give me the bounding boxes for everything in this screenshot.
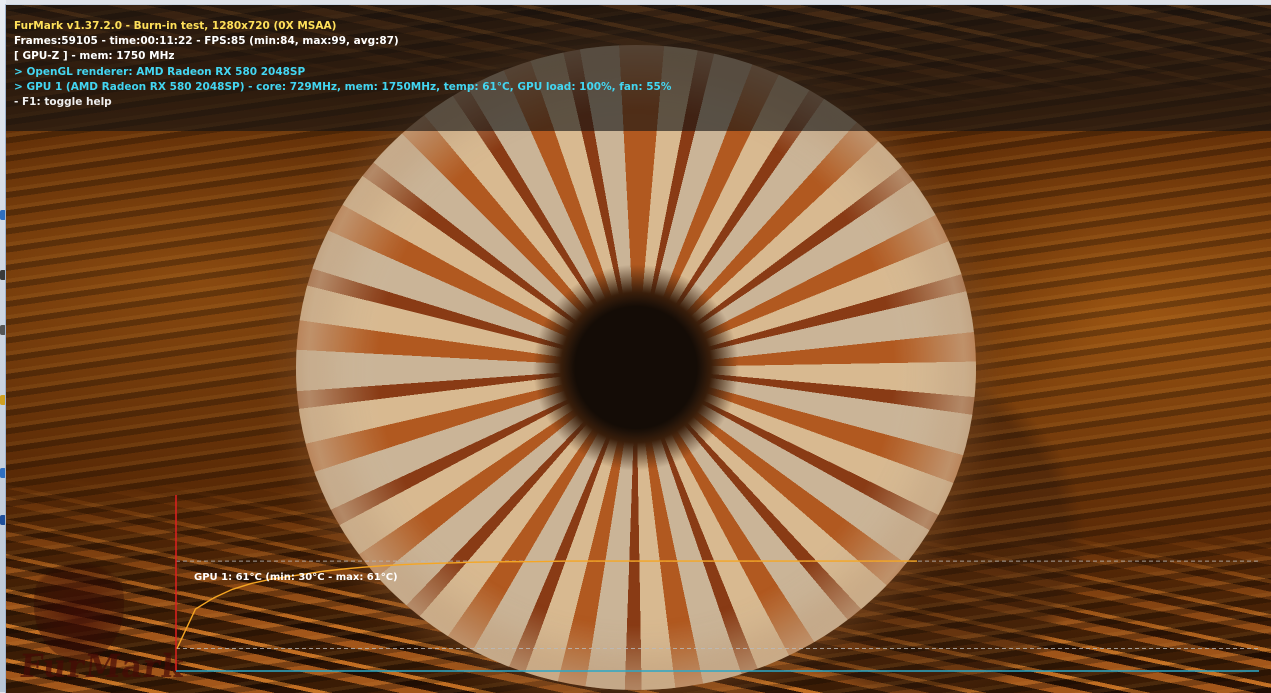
gpu-status-line: > GPU 1 (AMD Radeon RX 580 2048SP) - cor… bbox=[14, 81, 672, 93]
temperature-graph: GPU 1: 61°C (min: 30°C - max: 61°C) bbox=[6, 485, 1271, 693]
stats-line: Frames:59105 - time:00:11:22 - FPS:85 (m… bbox=[14, 35, 399, 47]
temperature-chart-svg bbox=[175, 495, 1259, 672]
app-title-line: FurMark v1.37.2.0 - Burn-in test, 1280x7… bbox=[14, 20, 337, 32]
furmark-window[interactable]: FurMark v1.37.2.0 - Burn-in test, 1280x7… bbox=[5, 4, 1271, 693]
help-hint-line: - F1: toggle help bbox=[14, 96, 112, 108]
gpuz-line: [ GPU-Z ] - mem: 1750 MHz bbox=[14, 50, 175, 62]
renderer-line: > OpenGL renderer: AMD Radeon RX 580 204… bbox=[14, 66, 306, 78]
info-overlay: FurMark v1.37.2.0 - Burn-in test, 1280x7… bbox=[6, 5, 1271, 131]
graph-title: GPU 1: 61°C (min: 30°C - max: 61°C) bbox=[194, 572, 398, 583]
